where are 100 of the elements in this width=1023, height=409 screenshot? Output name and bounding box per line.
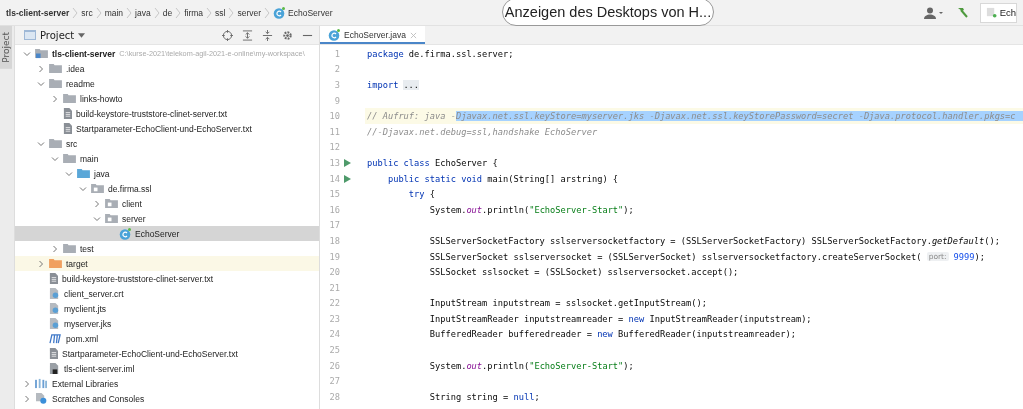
- line-number: 18: [328, 235, 341, 246]
- line-number: 11: [328, 126, 341, 137]
- run-icon[interactable]: [344, 158, 351, 167]
- window-icon: [24, 30, 36, 40]
- code-line: BufferedReader bufferedreader = new BufferedReader(inputstreamreader);: [428, 328, 797, 342]
- module-file-icon: [49, 363, 60, 374]
- breadcrumb-item[interactable]: EchoServer: [288, 7, 333, 18]
- maven-icon: [49, 333, 62, 344]
- class-icon: [119, 227, 131, 240]
- file-icon: [63, 123, 72, 134]
- project-side-tab[interactable]: Project: [0, 26, 12, 69]
- line-number: 1: [333, 48, 341, 59]
- code-line: InputStreamReader inputstreamreader = new InputStreamReader(inputstream);: [428, 312, 813, 326]
- tree-item[interactable]: java: [15, 166, 319, 181]
- run-icon[interactable]: [344, 174, 351, 183]
- separator-icon: [228, 6, 235, 19]
- tree-item[interactable]: main: [15, 151, 319, 166]
- line-number: 20: [328, 267, 341, 278]
- expand-all-icon[interactable]: [242, 29, 253, 41]
- code-line: //-Djavax.net.debug=ssl,handshake EchoServer: [366, 125, 599, 139]
- line-number: 27: [328, 376, 341, 387]
- breadcrumb-item[interactable]: main: [104, 7, 124, 18]
- breadcrumb-item[interactable]: server: [237, 7, 262, 18]
- class-icon: [273, 6, 286, 19]
- code-line: System.out.println("EchoServer-Start");: [428, 359, 635, 373]
- separator-icon: [153, 6, 160, 19]
- project-view-selector[interactable]: Project: [21, 29, 89, 41]
- breadcrumb-item[interactable]: ssl: [215, 7, 226, 18]
- line-number: 26: [328, 360, 341, 371]
- line-number: 10: [328, 111, 341, 122]
- breadcrumb-item[interactable]: java: [135, 7, 151, 18]
- tree-item[interactable]: External Libraries: [15, 376, 319, 391]
- folder-icon: [49, 63, 62, 74]
- code-line: // Aufruf: java -Djavax.net.ssl.keyStore=myserver.jks -Djavax.net.ssl.keyStorePassword=secret -Djava.protocol.handler.pkgs=c: [365, 108, 1023, 124]
- line-number: 14: [328, 173, 341, 184]
- tree-item[interactable]: client: [15, 196, 319, 211]
- settings-icon[interactable]: [282, 29, 293, 41]
- run-configuration-selector[interactable]: Ech: [979, 2, 1017, 23]
- tree-item[interactable]: EchoServer: [15, 226, 319, 241]
- tree-item[interactable]: test: [15, 241, 319, 256]
- line-number: 15: [328, 189, 341, 200]
- code-line: SSLSocket sslsocket = (SSLSocket) sslserversocket.accept();: [428, 266, 740, 280]
- user-icon[interactable]: [923, 6, 944, 19]
- tree-item[interactable]: Startparameter-EchoClient-und-EchoServer.txt: [15, 121, 319, 136]
- code-line: System.out.println("EchoServer-Start");: [428, 203, 635, 217]
- tree-item[interactable]: readme: [15, 76, 319, 91]
- desktop-tooltip: Anzeigen des Desktops von H...: [502, 0, 714, 26]
- line-number: 9: [333, 95, 341, 106]
- breadcrumb-item[interactable]: src: [81, 7, 93, 18]
- tree-item[interactable]: client_server.crt: [15, 286, 319, 301]
- tree-item[interactable]: server: [15, 211, 319, 226]
- class-icon: [328, 29, 340, 41]
- code-line: InputStream inputstream = sslsocket.getInputStream();: [428, 297, 708, 311]
- line-number: 25: [328, 345, 341, 356]
- tree-item[interactable]: target: [15, 256, 319, 271]
- line-number: 24: [328, 329, 341, 340]
- folder-icon: [49, 78, 62, 89]
- tree-item[interactable]: de.firma.ssl: [15, 181, 319, 196]
- tree-item[interactable]: .idea: [15, 61, 319, 76]
- code-line: try {: [407, 188, 436, 202]
- tree-item[interactable]: src: [15, 136, 319, 151]
- folder-icon: [63, 153, 76, 164]
- code-line: String string = null;: [428, 390, 541, 404]
- close-icon[interactable]: [409, 31, 417, 39]
- breadcrumb-item[interactable]: tls-client-server: [6, 7, 70, 18]
- tree-item[interactable]: build-keystore-truststore-clinet-server.txt: [15, 106, 319, 121]
- tree-item[interactable]: pom.xml: [15, 331, 319, 346]
- separator-icon: [206, 6, 213, 19]
- line-number: 12: [328, 142, 341, 153]
- tree-item[interactable]: links-howto: [15, 91, 319, 106]
- code-line: public class EchoServer {: [366, 156, 499, 170]
- code-line: package de.firma.ssl.server;: [366, 47, 515, 61]
- tree-item[interactable]: Startparameter-EchoClient-und-EchoServer.txt: [15, 346, 319, 361]
- separator-icon: [126, 6, 133, 19]
- folder-icon: [77, 168, 90, 179]
- tree-item[interactable]: myclient.jts: [15, 301, 319, 316]
- breadcrumb-item[interactable]: firma: [184, 7, 204, 18]
- locate-icon[interactable]: [222, 29, 233, 41]
- breadcrumb-item[interactable]: de: [162, 7, 173, 18]
- folder-icon: [49, 138, 62, 149]
- collapse-all-icon[interactable]: [262, 29, 273, 41]
- tree-item[interactable]: build-keystore-truststore-clinet-server.txt: [15, 271, 319, 286]
- certificate-file-icon: [49, 318, 60, 329]
- separator-icon: [264, 6, 271, 19]
- file-icon: [63, 108, 72, 119]
- file-icon: [49, 348, 58, 359]
- tree-item[interactable]: tls-client-server.iml: [15, 361, 319, 376]
- line-number: 17: [328, 220, 341, 231]
- code-line: public static void main(String[] arstring) {: [386, 172, 620, 186]
- line-number: 19: [328, 251, 341, 262]
- package-icon: [105, 213, 118, 224]
- run-config-icon: [985, 7, 997, 18]
- editor-tab[interactable]: EchoServer.java: [320, 26, 425, 44]
- line-number: 3: [333, 80, 341, 90]
- tree-item[interactable]: myserver.jks: [15, 316, 319, 331]
- folder-icon: [49, 258, 62, 269]
- folder-icon: [63, 93, 76, 104]
- line-number: 2: [333, 64, 341, 75]
- tree-item[interactable]: Scratches and Consoles: [15, 391, 319, 406]
- folder-icon: [63, 243, 76, 254]
